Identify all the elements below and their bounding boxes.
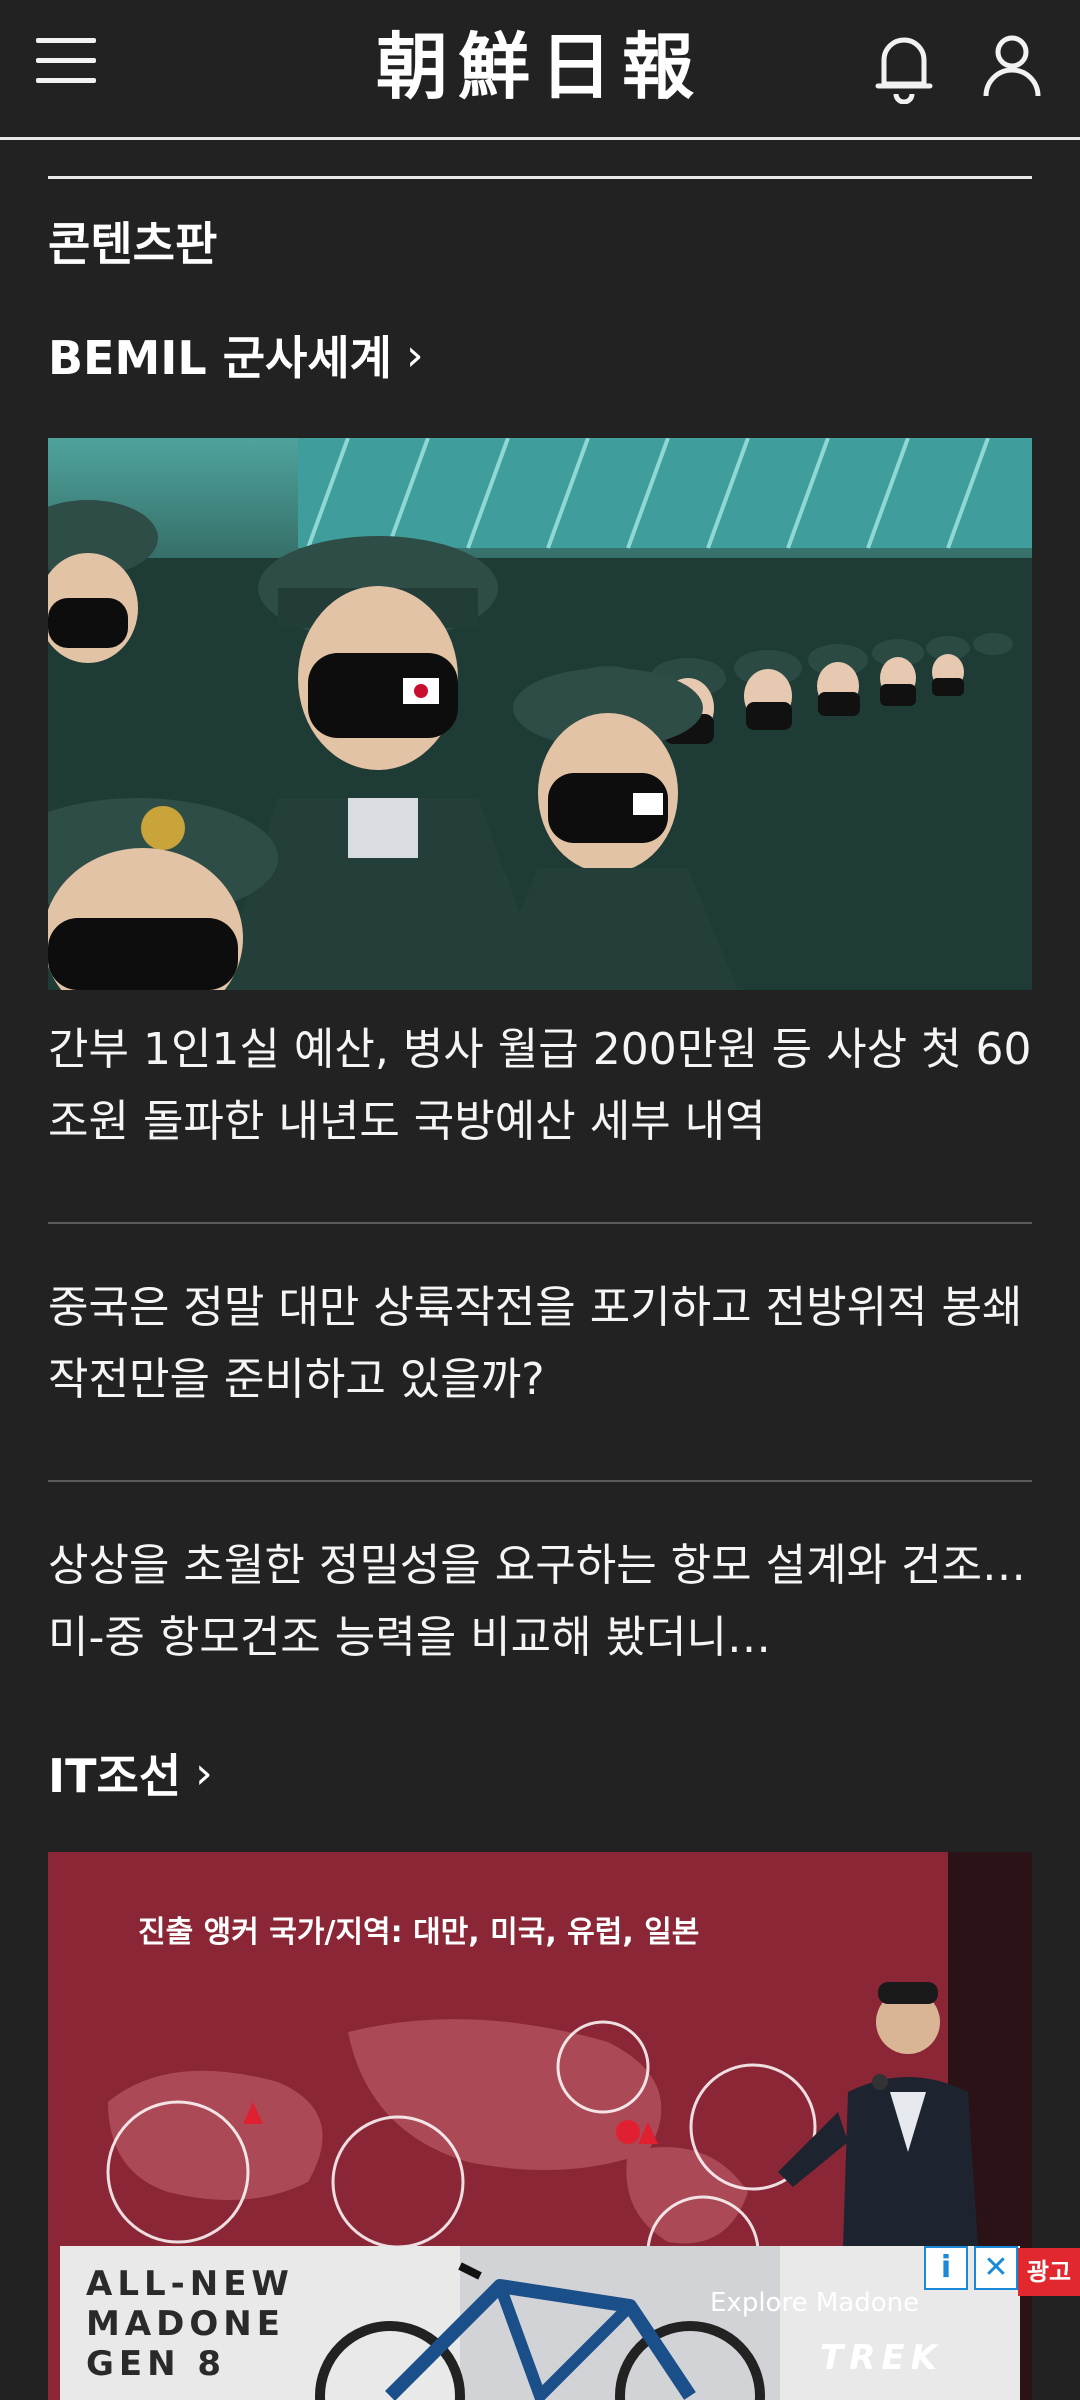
category-link-bemil[interactable]: BEMIL 군사세계 ›	[48, 322, 424, 388]
ad-controls: i ✕	[924, 2246, 1018, 2290]
article-headline-3[interactable]: 상상을 초월한 정밀성을 요구하는 항모 설계와 건조… 미-중 항모건조 능력…	[48, 1530, 1032, 1674]
ad-info-icon[interactable]: i	[924, 2246, 968, 2290]
slide-title: 진출 앵커 국가/지역: 대만, 미국, 유럽, 일본	[138, 1915, 699, 1950]
ad-label-badge: 광고	[1018, 2248, 1080, 2296]
ad-brand-logo: TREK	[820, 2338, 943, 2378]
chevron-right-icon: ›	[405, 329, 424, 381]
category-link-it-chosun[interactable]: IT조선 ›	[48, 1740, 213, 1806]
divider	[48, 1222, 1032, 1224]
ad-close-icon[interactable]: ✕	[974, 2246, 1018, 2290]
article-headline-2[interactable]: 중국은 정말 대만 상륙작전을 포기하고 전방위적 봉쇄작전만을 준비하고 있을…	[48, 1272, 1032, 1416]
ad-banner[interactable]: ALL-NEW MADONE GEN 8 Explore Madone TREK	[60, 2246, 1020, 2400]
bicycle-image	[315, 2246, 780, 2400]
ad-headline: ALL-NEW MADONE GEN 8	[86, 2264, 294, 2384]
article-headline-1[interactable]: 간부 1인1실 예산, 병사 월급 200만원 등 사상 첫 60조원 돌파한 …	[48, 1014, 1032, 1158]
ad-cta[interactable]: Explore Madone	[710, 2288, 919, 2318]
category-label: IT조선	[48, 1749, 182, 1803]
divider	[48, 1480, 1032, 1482]
article-photo-military-cadets[interactable]	[48, 438, 1032, 990]
site-logo[interactable]: 朝鮮日報	[340, 22, 740, 112]
chevron-right-icon: ›	[195, 1747, 213, 1799]
category-label: BEMIL 군사세계	[48, 331, 392, 385]
section-title: 콘텐츠판	[48, 217, 218, 271]
user-icon[interactable]	[980, 28, 1044, 104]
section-rule	[48, 176, 1032, 179]
hamburger-menu-icon[interactable]	[36, 38, 96, 94]
bell-icon[interactable]	[872, 28, 936, 105]
top-nav-bar: 朝鮮日報	[0, 0, 1080, 140]
